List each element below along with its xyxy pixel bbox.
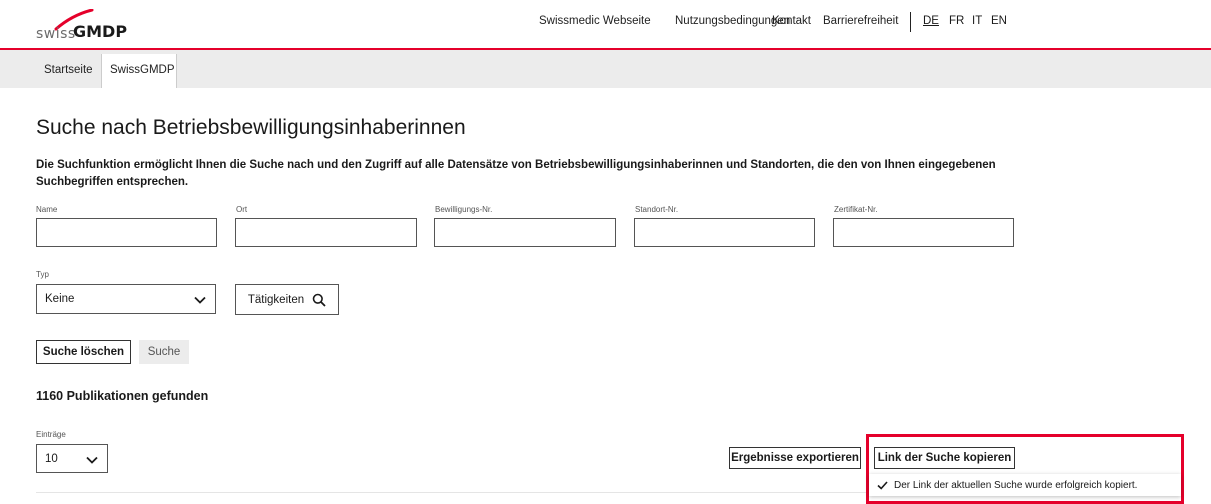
site-number-label: Standort-Nr. [635, 205, 679, 214]
entries-label: Einträge [36, 430, 66, 439]
page-title: Suche nach Betriebsbewilligungsinhaberin… [36, 116, 466, 139]
export-results-button[interactable]: Ergebnisse exportieren [729, 447, 861, 469]
nav-link-accessibility[interactable]: Barrierefreiheit [823, 15, 898, 27]
copy-success-toast: Der Link der aktuellen Suche wurde erfol… [869, 474, 1181, 496]
certificate-number-label: Zertifikat-Nr. [834, 205, 878, 214]
entries-select-value: 10 [45, 453, 58, 465]
logo-name: GMDP [73, 22, 128, 41]
typ-select-value: Keine [45, 293, 75, 305]
check-icon [877, 480, 888, 490]
toast-message: Der Link der aktuellen Suche wurde erfol… [894, 479, 1138, 491]
nav-link-contact[interactable]: Kontakt [772, 15, 811, 27]
typ-select[interactable]: Keine [36, 284, 216, 314]
results-count: 1160 Publikationen gefunden [36, 389, 209, 403]
table-top-border [36, 492, 866, 493]
typ-label: Typ [36, 270, 49, 279]
name-field-label: Name [36, 205, 58, 214]
lang-fr[interactable]: FR [949, 15, 964, 27]
activities-label: Tätigkeiten [247, 293, 305, 306]
permit-number-input[interactable] [434, 218, 616, 247]
chevron-down-icon [194, 296, 206, 304]
swissgmdp-logo[interactable]: swiss GMDP [36, 9, 146, 43]
activities-button[interactable]: Tätigkeiten [235, 284, 339, 315]
ort-field-label: Ort [236, 205, 248, 214]
logo-prefix: swiss [36, 26, 76, 42]
breadcrumb-item-current: SwissGMDP [110, 64, 175, 76]
certificate-number-input[interactable] [833, 218, 1014, 247]
page-description: Die Suchfunktion ermöglicht Ihnen die Su… [36, 159, 996, 188]
name-input[interactable] [36, 218, 217, 247]
breadcrumb-item-home[interactable]: Startseite [44, 64, 93, 76]
breadcrumb [0, 50, 1211, 88]
entries-select[interactable]: 10 [36, 444, 108, 473]
lang-it[interactable]: IT [972, 15, 982, 27]
lang-de[interactable]: DE [923, 15, 939, 27]
search-button[interactable]: Suche [139, 340, 189, 364]
nav-link-swissmedic[interactable]: Swissmedic Webseite [539, 15, 651, 27]
copy-search-link-button[interactable]: Link der Suche kopieren [874, 447, 1015, 469]
ort-input[interactable] [235, 218, 417, 247]
chevron-down-icon [86, 456, 98, 464]
search-icon [312, 293, 326, 307]
nav-divider [910, 12, 911, 32]
lang-en[interactable]: EN [991, 15, 1007, 27]
clear-search-button[interactable]: Suche löschen [36, 340, 131, 364]
permit-number-label: Bewilligungs-Nr. [435, 205, 493, 214]
site-number-input[interactable] [634, 218, 815, 247]
